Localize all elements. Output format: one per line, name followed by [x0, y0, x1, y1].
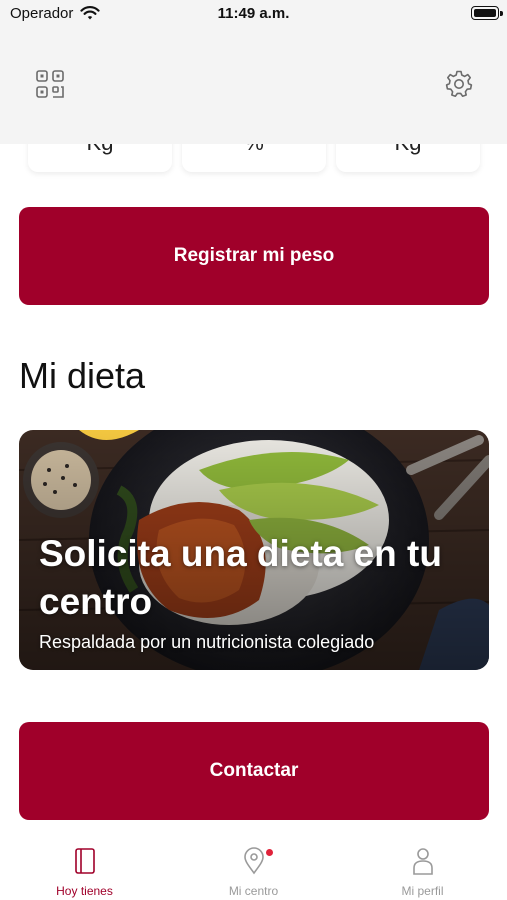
tab-my-center[interactable]: Mi centro — [169, 838, 338, 900]
person-icon — [413, 848, 433, 875]
diet-request-banner[interactable]: Solicita una dieta en tu centro Respalda… — [19, 430, 489, 670]
battery-icon — [471, 6, 503, 20]
clock: 11:49 a.m. — [217, 5, 290, 22]
section-title-diet: Mi dieta — [19, 355, 146, 396]
notebook-icon — [75, 848, 95, 874]
tab-my-profile[interactable]: Mi perfil — [338, 838, 507, 900]
location-pin-icon — [244, 847, 264, 875]
qr-code-icon[interactable] — [34, 68, 66, 100]
register-weight-button[interactable]: Registrar mi peso — [19, 207, 489, 305]
gear-icon[interactable] — [445, 70, 473, 98]
tab-label: Mi perfil — [401, 884, 444, 898]
top-header — [0, 28, 507, 144]
tab-label: Hoy tienes — [56, 884, 113, 898]
notification-badge — [266, 849, 273, 856]
status-bar: Operador 11:49 a.m. — [0, 0, 507, 28]
banner-subtitle: Respaldada por un nutricionista colegiad… — [39, 632, 375, 652]
banner-title: Solicita una dieta en tu centro — [39, 533, 442, 622]
tab-bar: Hoy tienes Mi centro Mi perfil — [0, 838, 507, 900]
tab-today[interactable]: Hoy tienes — [0, 838, 169, 900]
tab-label: Mi centro — [228, 884, 279, 898]
contact-button[interactable]: Contactar — [19, 722, 489, 820]
